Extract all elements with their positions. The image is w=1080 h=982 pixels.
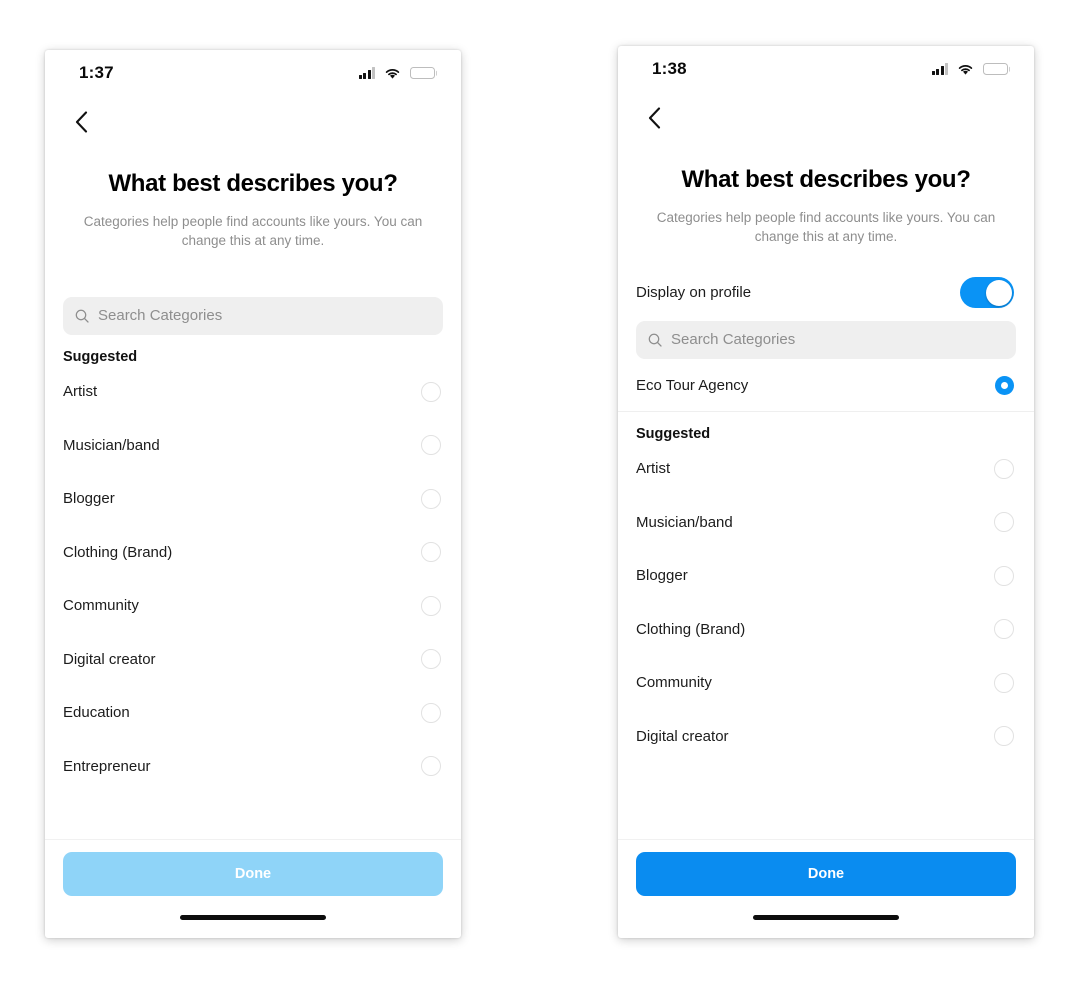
footer-bar: Done [45,839,461,896]
search-wrapper: Search Categories [45,296,461,335]
wifi-icon [958,64,973,75]
list-item[interactable]: Musician/band [618,495,1034,549]
category-label: Entrepreneur [63,757,151,775]
radio-button-unselected[interactable] [421,488,441,509]
heading-block: What best describes you? Categories help… [45,148,461,251]
status-icon-group [931,62,1008,76]
wifi-icon [385,68,400,79]
radio-button-unselected[interactable] [421,381,441,402]
back-button[interactable] [634,98,674,138]
screenshot-stage: 1:37 What best describes you? Categories… [0,0,1080,982]
page-title: What best describes you? [108,170,398,197]
category-label: Artist [636,460,671,478]
list-item[interactable]: Blogger [618,549,1034,603]
search-icon [75,309,89,323]
selected-category-row[interactable]: Eco Tour Agency [618,361,1034,411]
list-item[interactable]: Artist [45,365,461,419]
radio-button-unselected[interactable] [421,702,441,723]
battery-icon [410,66,435,80]
nav-bar [45,96,461,148]
chevron-left-icon [648,107,660,129]
search-icon [648,333,662,347]
done-button[interactable]: Done [636,852,1016,896]
section-header-suggested: Suggested [636,425,711,442]
radio-button-unselected[interactable] [994,458,1014,479]
nav-bar [618,92,1034,144]
category-label: Clothing (Brand) [63,543,173,561]
category-label: Musician/band [636,513,733,531]
category-label: Community [636,674,712,692]
category-label: Community [63,597,139,615]
radio-button-unselected[interactable] [421,435,441,456]
done-button[interactable]: Done [63,852,443,896]
display-on-profile-toggle[interactable] [960,277,1014,309]
category-label: Blogger [636,567,688,585]
list-item[interactable]: Digital creator [45,632,461,686]
selected-category-label: Eco Tour Agency [636,377,749,395]
list-item[interactable]: Entrepreneur [45,739,461,793]
list-item[interactable]: Artist [618,442,1034,496]
search-input[interactable]: Search Categories [63,296,443,335]
radio-button-unselected[interactable] [421,649,441,670]
back-button[interactable] [61,102,101,142]
category-label: Musician/band [63,436,160,454]
radio-button-unselected[interactable] [994,726,1014,747]
display-on-profile-label: Display on profile [636,284,752,302]
search-input[interactable]: Search Categories [636,320,1016,359]
search-wrapper: Search Categories [618,320,1034,359]
category-label: Blogger [63,490,115,508]
list-item[interactable]: Community [45,579,461,633]
list-item[interactable]: Digital creator [618,709,1034,763]
list-item[interactable]: Education [45,686,461,740]
radio-button-unselected[interactable] [994,672,1014,693]
status-icon-group [358,66,435,80]
page-title: What best describes you? [681,166,971,193]
footer-bar: Done [618,839,1034,896]
category-label: Digital creator [63,650,156,668]
radio-button-unselected[interactable] [421,595,441,616]
section-header-suggested: Suggested [63,348,138,365]
toggle-knob [985,279,1012,306]
cellular-signal-icon [358,67,375,79]
battery-icon [983,62,1008,76]
display-on-profile-row[interactable]: Display on profile [618,267,1034,319]
search-placeholder: Search Categories [671,331,796,349]
category-label: Clothing (Brand) [636,620,746,638]
search-placeholder: Search Categories [98,307,223,325]
page-subtitle: Categories help people find accounts lik… [83,213,423,249]
status-time: 1:37 [79,63,114,82]
category-list[interactable]: Suggested Artist Musician/band Blogger C… [45,335,461,839]
home-indicator [180,914,326,920]
category-label: Education [63,704,130,722]
list-item[interactable]: Clothing (Brand) [45,525,461,579]
list-item[interactable]: Community [618,656,1034,710]
radio-button-unselected[interactable] [421,756,441,777]
status-bar: 1:37 [45,50,461,96]
status-bar: 1:38 [618,46,1034,92]
radio-button-selected[interactable] [995,376,1014,396]
radio-button-unselected[interactable] [994,512,1014,533]
category-label: Digital creator [636,727,729,745]
list-item[interactable]: Clothing (Brand) [618,602,1034,656]
page-subtitle: Categories help people find accounts lik… [656,209,996,245]
category-list[interactable]: Suggested Artist Musician/band Blogger C… [618,412,1034,839]
radio-button-unselected[interactable] [994,565,1014,586]
radio-button-unselected[interactable] [994,619,1014,640]
chevron-left-icon [75,111,87,133]
heading-block: What best describes you? Categories help… [618,144,1034,247]
category-label: Artist [63,383,98,401]
cellular-signal-icon [931,63,948,75]
home-indicator-area [618,896,1034,938]
phone-mockup-right: 1:38 What best describes you? Categories… [618,46,1034,938]
phone-mockup-left: 1:37 What best describes you? Categories… [45,50,461,938]
list-item[interactable]: Musician/band [45,418,461,472]
home-indicator-area [45,896,461,938]
list-item[interactable]: Blogger [45,472,461,526]
home-indicator [753,914,899,920]
status-time: 1:38 [652,59,687,78]
radio-button-unselected[interactable] [421,542,441,563]
